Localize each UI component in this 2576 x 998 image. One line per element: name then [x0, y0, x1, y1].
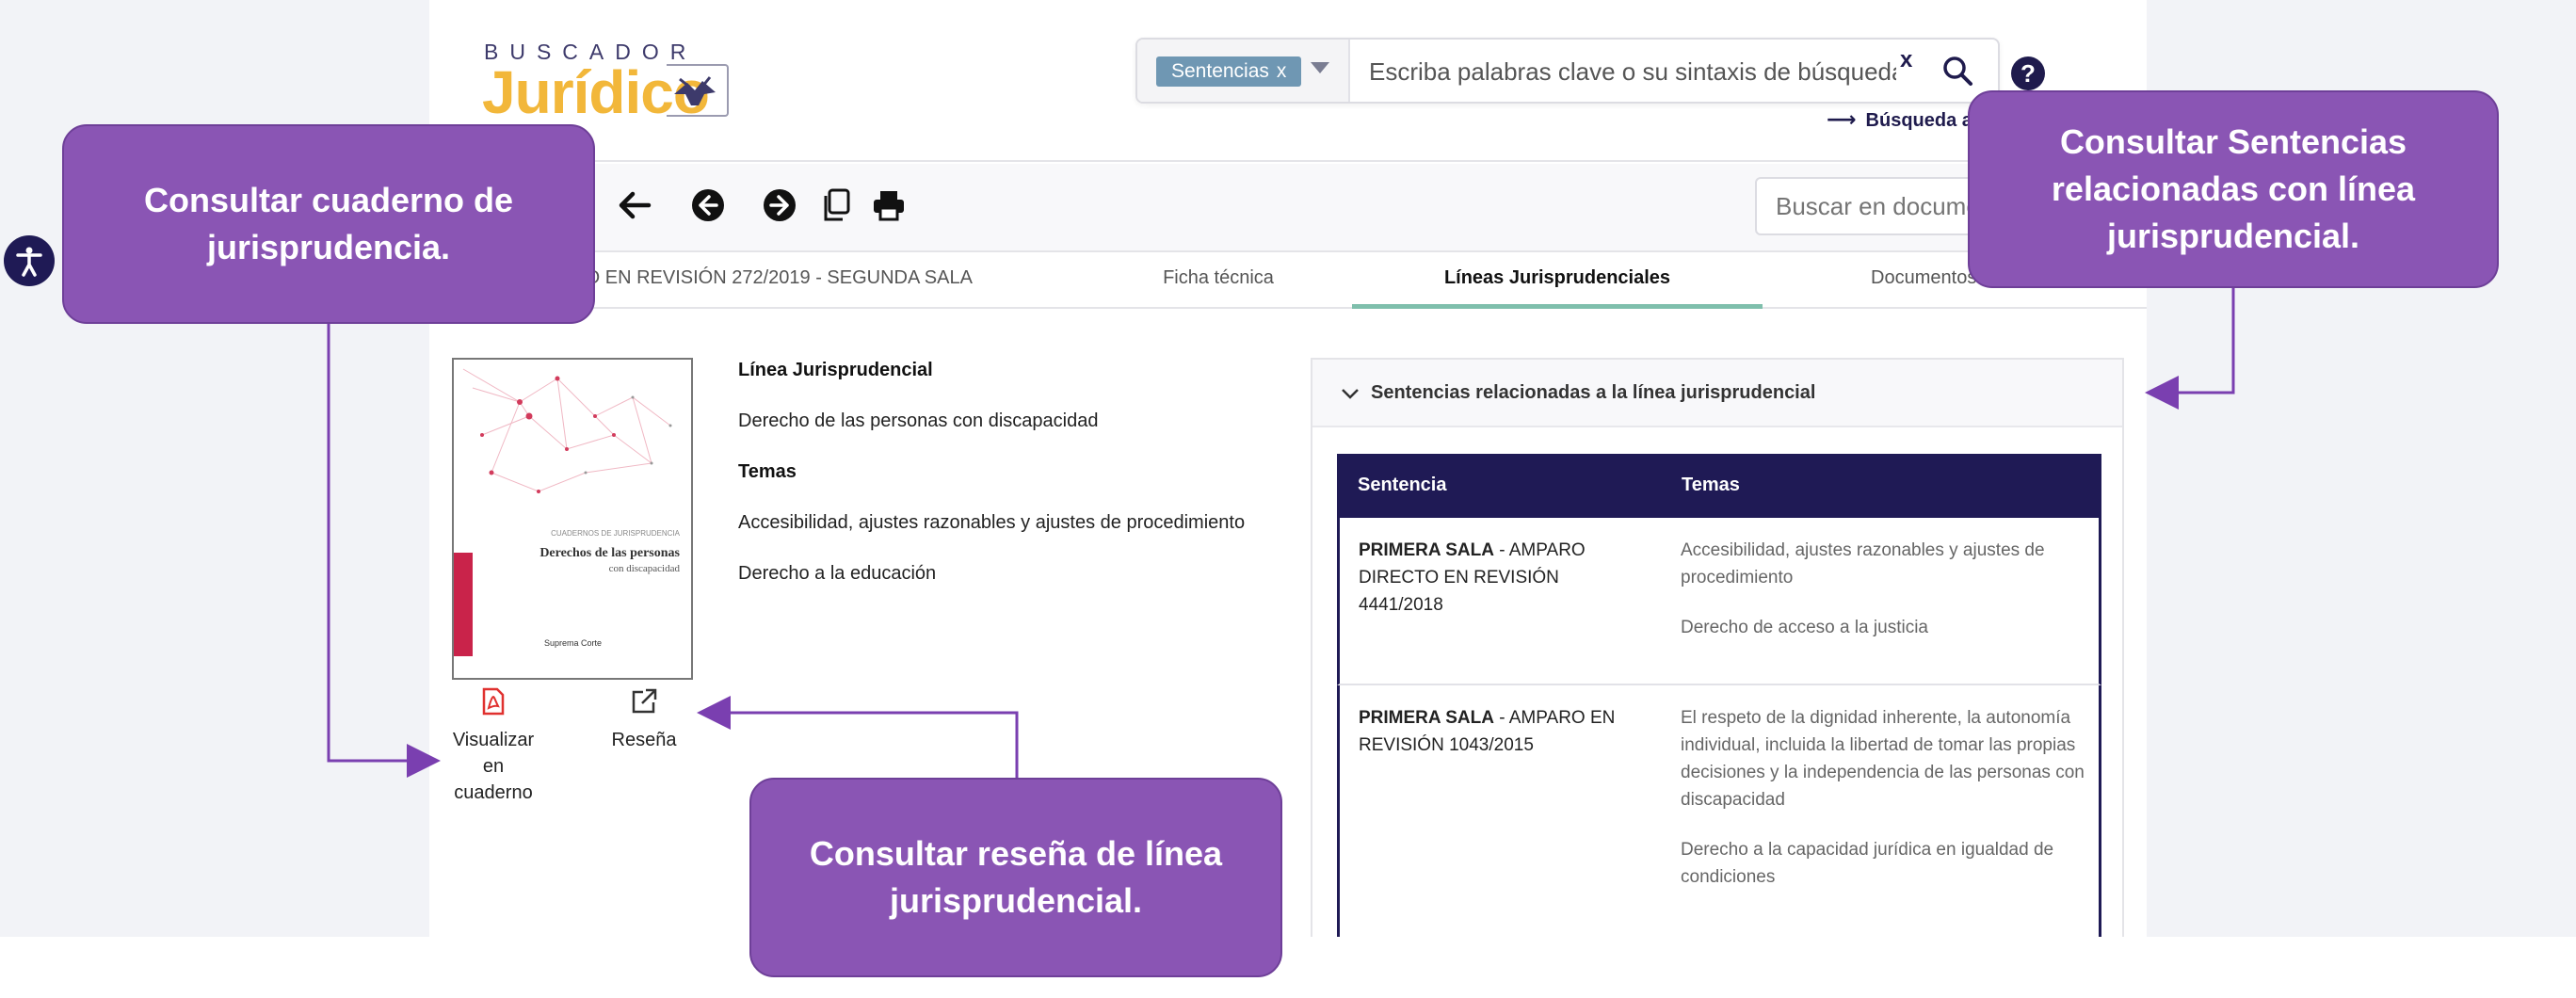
back-arrow-icon[interactable]: [614, 185, 655, 226]
line-value: Derecho de las personas con discapacidad: [738, 410, 1099, 431]
document-tabs: AMPARO EN REVISIÓN 272/2019 - SEGUNDA SA…: [429, 254, 2147, 309]
help-icon[interactable]: ?: [2011, 56, 2045, 90]
collection-selector[interactable]: Sentencias x: [1137, 40, 1350, 102]
eagle-emblem-icon: [667, 64, 729, 117]
table-row[interactable]: PRIMERA SALA - AMPARO EN REVISIÓN 1043/2…: [1337, 685, 2101, 937]
review-label: Reseña: [611, 730, 677, 750]
tab-lineas-jurisprudenciales[interactable]: Líneas Jurisprudenciales: [1352, 254, 1763, 309]
panel-title: Sentencias relacionadas a la línea juris…: [1371, 382, 1816, 403]
search-input[interactable]: [1369, 51, 1896, 92]
topic-item: Accesibilidad, ajustes razonables y ajus…: [738, 512, 1246, 533]
clear-search-icon[interactable]: x: [1900, 47, 1912, 73]
callout-sentencias: Consultar Sentencias relacionadas con lí…: [1968, 90, 2499, 288]
related-judgments-panel: Sentencias relacionadas a la línea juris…: [1311, 358, 2124, 937]
next-circle-icon[interactable]: [759, 185, 800, 226]
judgment-title[interactable]: PRIMERA SALA - AMPARO EN REVISIÓN 1043/2…: [1359, 704, 1641, 759]
cover-red-band: [454, 553, 473, 656]
accessibility-icon[interactable]: [4, 235, 55, 286]
chevron-down-icon: [1341, 384, 1360, 406]
cover-subtitle: con discapacidad: [608, 563, 680, 574]
topics-label: Temas: [738, 461, 797, 482]
judgment-sala: PRIMERA SALA: [1359, 708, 1494, 728]
external-link-icon: [599, 687, 689, 723]
chip-remove-icon[interactable]: x: [1277, 60, 1287, 82]
judgment-topic: El respeto de la dignidad inherente, la …: [1681, 708, 2085, 810]
cover-series-label: CUADERNOS DE JURISPRUDENCIA: [551, 529, 680, 538]
view-notebook-line-1: Visualizar: [452, 730, 535, 750]
print-icon[interactable]: [868, 185, 910, 226]
view-notebook-line-2: en: [482, 756, 505, 777]
callout-cuaderno: Consultar cuaderno de jurisprudencia.: [62, 124, 595, 324]
tab-ficha-tecnica[interactable]: Ficha técnica: [1117, 254, 1320, 309]
notebook-cover-image[interactable]: CUADERNOS DE JURISPRUDENCIA Derechos de …: [452, 358, 693, 680]
document-page: BUSCADOR Jurídico Sentenciasx x ? ⟶Búsqu…: [429, 0, 2147, 937]
line-label: Línea Jurisprudencial: [738, 360, 933, 380]
judgment-sala: PRIMERA SALA: [1359, 540, 1494, 560]
table-row[interactable]: PRIMERA SALA - AMPARO DIRECTO EN REVISIÓ…: [1337, 518, 2101, 685]
judgment-title[interactable]: PRIMERA SALA - AMPARO DIRECTO EN REVISIÓ…: [1359, 537, 1641, 619]
view-notebook-button[interactable]: Visualizar en cuaderno: [448, 687, 539, 806]
page-bottom-margin: [0, 937, 2576, 998]
search-bar: Sentencias x x: [1135, 38, 2000, 104]
collection-chip[interactable]: Sentencias x: [1156, 56, 1302, 87]
related-judgments-toggle[interactable]: Sentencias relacionadas a la línea juris…: [1312, 360, 2122, 427]
pdf-file-icon: [448, 687, 539, 723]
cover-title: Derechos de las personas: [539, 546, 680, 560]
chevron-down-icon[interactable]: [1311, 62, 1329, 73]
collection-chip-label: Sentencias: [1171, 60, 1269, 82]
review-button[interactable]: Reseña: [599, 687, 689, 753]
table-header: Sentencia Temas: [1337, 454, 2101, 518]
previous-circle-icon[interactable]: [687, 185, 729, 226]
cover-publisher: Suprema Corte: [544, 638, 603, 648]
buscador-juridico-logo[interactable]: BUSCADOR Jurídico: [482, 34, 729, 122]
column-header-sentencia: Sentencia: [1358, 475, 1447, 495]
copy-icon[interactable]: [815, 185, 857, 226]
judgment-topics: Accesibilidad, ajustes razonables y ajus…: [1681, 537, 2085, 664]
view-notebook-line-3: cuaderno: [454, 782, 533, 803]
judgment-topic: Accesibilidad, ajustes razonables y ajus…: [1681, 540, 2045, 588]
arrow-right-icon: ⟶: [1827, 107, 1857, 131]
topic-item: Derecho a la educación: [738, 563, 937, 584]
search-icon[interactable]: [1940, 53, 1977, 90]
site-header: BUSCADOR Jurídico Sentenciasx x ? ⟶Búsqu…: [429, 0, 2147, 162]
column-header-temas: Temas: [1682, 475, 1740, 495]
cover-network-graphic: [462, 368, 672, 493]
judgment-topics: El respeto de la dignidad inherente, la …: [1681, 704, 2085, 913]
document-toolbar: [429, 164, 2147, 252]
judgment-topic: Derecho a la capacidad jurídica en igual…: [1681, 840, 2054, 887]
judgment-topic: Derecho de acceso a la justicia: [1681, 618, 1928, 637]
callout-resena: Consultar reseña de línea jurisprudencia…: [749, 778, 1282, 977]
